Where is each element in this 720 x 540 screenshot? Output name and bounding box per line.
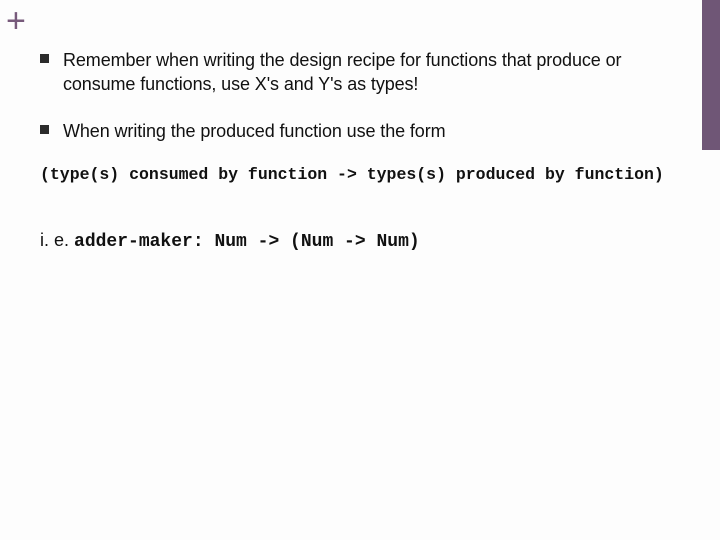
square-bullet-icon	[40, 125, 49, 134]
square-bullet-icon	[40, 54, 49, 63]
example-line: i. e. adder-maker: Num -> (Num -> Num)	[40, 230, 680, 252]
example-code: adder-maker: Num -> (Num -> Num)	[74, 232, 420, 252]
bullet-text: Remember when writing the design recipe …	[63, 48, 680, 97]
accent-bar	[702, 0, 720, 150]
bullet-item: Remember when writing the design recipe …	[40, 48, 680, 97]
type-signature-form: (type(s) consumed by function -> types(s…	[40, 165, 680, 184]
slide-content: Remember when writing the design recipe …	[40, 48, 680, 252]
plus-decor: +	[6, 4, 26, 38]
example-prefix: i. e.	[40, 230, 74, 250]
bullet-text: When writing the produced function use t…	[63, 119, 446, 143]
bullet-item: When writing the produced function use t…	[40, 119, 680, 143]
